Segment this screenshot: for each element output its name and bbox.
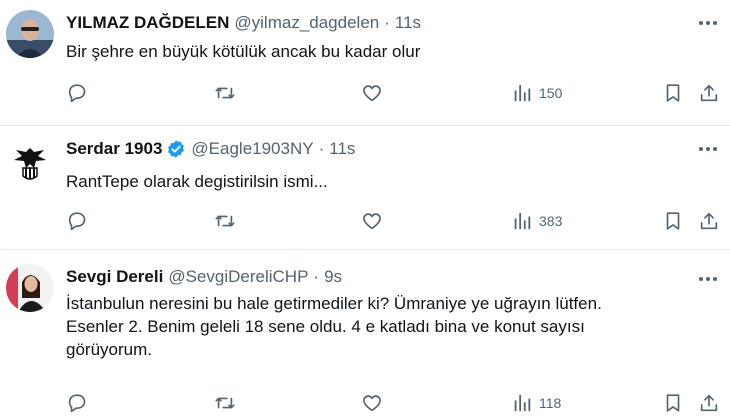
more-icon[interactable] xyxy=(696,12,720,34)
share-button[interactable] xyxy=(698,80,720,106)
separator: · xyxy=(313,267,320,286)
tweet-text-line: Esenler 2. Benim geleli 18 sene oldu. 4 … xyxy=(66,317,585,336)
bookmark-icon xyxy=(666,394,680,412)
views-icon xyxy=(514,84,531,102)
views-count: 150 xyxy=(539,85,563,101)
tweet-header: Serdar 1903 @Eagle1903NY · 11s xyxy=(66,138,690,160)
views-icon xyxy=(514,394,531,412)
share-button[interactable] xyxy=(698,390,720,416)
author-handle[interactable]: @SevgiDereliCHP xyxy=(168,267,308,287)
tweet-text: Bir şehre en büyük kötülük ancak bu kada… xyxy=(66,40,710,63)
tweet-text-line: Bir şehre en büyük kötülük ancak bu kada… xyxy=(66,42,421,61)
tweet[interactable]: YILMAZ DAĞDELEN @yilmaz_dagdelen · 11s B… xyxy=(0,0,730,126)
views-button[interactable]: 118 xyxy=(511,390,561,416)
timestamp[interactable]: 11s xyxy=(395,13,421,33)
action-bar: 118 xyxy=(0,390,730,416)
heart-icon xyxy=(363,395,381,412)
views-icon xyxy=(514,212,531,230)
views-button[interactable]: 383 xyxy=(511,208,562,234)
author-handle[interactable]: @Eagle1903NY xyxy=(191,139,313,159)
reply-button[interactable] xyxy=(66,80,88,106)
retweet-button[interactable] xyxy=(214,80,236,106)
reply-button[interactable] xyxy=(66,390,88,416)
like-button[interactable] xyxy=(361,390,383,416)
action-bar: 150 xyxy=(0,80,730,106)
avatar[interactable] xyxy=(6,264,54,312)
retweet-icon xyxy=(215,87,235,99)
views-count: 383 xyxy=(539,213,563,229)
bookmark-button[interactable] xyxy=(662,208,684,234)
retweet-button[interactable] xyxy=(214,208,236,234)
tweet-text-line: RantTepe olarak degistirilsin ismi... xyxy=(66,172,328,191)
tweet-text: İstanbulun neresini bu hale getirmediler… xyxy=(66,292,710,361)
tweet-header: Sevgi Dereli @SevgiDereliCHP · 9s xyxy=(66,266,690,288)
bookmark-icon xyxy=(666,212,680,230)
tweet-text-line: İstanbulun neresini bu hale getirmediler… xyxy=(66,294,602,313)
reply-icon xyxy=(68,84,86,103)
more-icon[interactable] xyxy=(696,268,720,290)
share-icon xyxy=(700,394,718,412)
share-icon xyxy=(700,84,718,102)
tweet-text: RantTepe olarak degistirilsin ismi... xyxy=(66,170,710,193)
separator: · xyxy=(384,13,390,32)
author-name[interactable]: Serdar 1903 xyxy=(66,139,162,159)
separator: · xyxy=(318,139,325,158)
like-button[interactable] xyxy=(361,208,383,234)
bookmark-button[interactable] xyxy=(662,390,684,416)
avatar[interactable] xyxy=(6,138,54,186)
share-icon xyxy=(700,212,718,230)
reply-icon xyxy=(68,394,86,413)
heart-icon xyxy=(363,213,381,230)
reply-button[interactable] xyxy=(66,208,88,234)
retweet-button[interactable] xyxy=(214,390,236,416)
timestamp[interactable]: 9s xyxy=(324,267,342,287)
tweet[interactable]: Serdar 1903 @Eagle1903NY · 11s RantTepe … xyxy=(0,126,730,250)
bookmark-icon xyxy=(666,84,680,102)
action-bar: 383 xyxy=(0,208,730,234)
share-button[interactable] xyxy=(698,208,720,234)
author-handle[interactable]: @yilmaz_dagdelen xyxy=(234,13,379,33)
tweet-text-line: görüyorum. xyxy=(66,340,152,359)
timestamp[interactable]: 11s xyxy=(329,139,355,159)
heart-icon xyxy=(363,85,381,102)
author-name[interactable]: Sevgi Dereli xyxy=(66,267,163,287)
verified-badge-icon xyxy=(166,139,186,159)
views-button[interactable]: 150 xyxy=(511,80,562,106)
bookmark-button[interactable] xyxy=(662,80,684,106)
author-name[interactable]: YILMAZ DAĞDELEN xyxy=(66,13,229,33)
retweet-icon xyxy=(215,397,235,409)
more-icon[interactable] xyxy=(696,138,720,160)
reply-icon xyxy=(68,212,86,231)
avatar[interactable] xyxy=(6,10,54,58)
like-button[interactable] xyxy=(361,80,383,106)
tweet[interactable]: Sevgi Dereli @SevgiDereliCHP · 9s İstanb… xyxy=(0,250,730,420)
tweet-header: YILMAZ DAĞDELEN @yilmaz_dagdelen · 11s xyxy=(66,12,690,34)
retweet-icon xyxy=(215,215,235,227)
views-count: 118 xyxy=(539,395,562,411)
